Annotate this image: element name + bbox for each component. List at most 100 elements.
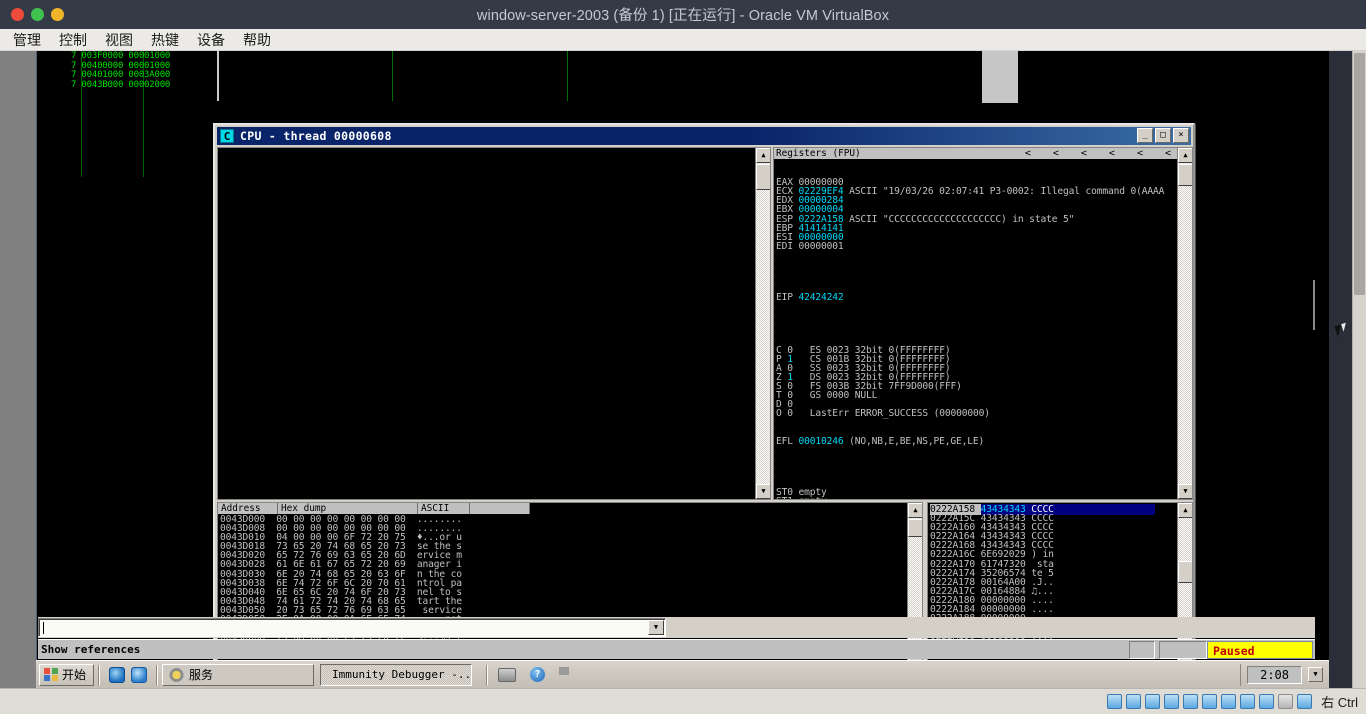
chevron-left-icon-1[interactable]: < (1025, 148, 1031, 159)
host-vertical-scrollbar[interactable] (1352, 51, 1366, 688)
hard-disk-icon[interactable] (1107, 694, 1123, 709)
disassembly-scroll-thumb[interactable] (756, 164, 770, 190)
command-bar[interactable]: ▼ (38, 617, 1315, 638)
minimize-window-button[interactable] (31, 8, 44, 21)
stack-scroll-up-icon[interactable]: ▲ (1178, 503, 1192, 518)
registers-general-purpose[interactable]: EAX 00000000 ECX 02229EF4 ASCII "19/03/26… (776, 178, 1176, 251)
registers-header: Registers (FPU) < < < < < < (774, 148, 1177, 159)
dump-scroll-thumb[interactable] (908, 519, 922, 537)
register-row-eip[interactable]: EIP 42424242 (776, 293, 1176, 303)
floppy-icon[interactable] (1145, 694, 1161, 709)
command-input-caret (43, 622, 44, 634)
cpu-close-button[interactable]: × (1173, 128, 1189, 143)
menu-item-hotkeys[interactable]: 热键 (142, 30, 188, 50)
registers-flags-block[interactable]: C 0 ES 0023 32bit 0(FFFFFFFF) P 1 CS 001B… (776, 345, 1176, 419)
usb-icon[interactable] (1183, 694, 1199, 709)
register-row[interactable]: EDI 00000001 (776, 242, 1176, 252)
cpu-window-titlebar[interactable]: C CPU - thread 00000608 _ □ × (217, 127, 1191, 145)
show-desktop-icon[interactable] (559, 666, 574, 683)
close-window-button[interactable] (11, 8, 24, 21)
flag-row[interactable]: O 0 LastErr ERROR_SUCCESS (00000000) (776, 409, 1176, 419)
virtualization-icon[interactable] (1259, 694, 1275, 709)
taskbar-clock: 2:08 (1260, 667, 1289, 682)
taskbar-separator-3 (486, 664, 489, 685)
mouse-cursor (1334, 324, 1345, 337)
grid-line-1 (392, 51, 393, 101)
dump-col-spare[interactable] (470, 503, 530, 514)
taskbar-extra-icons[interactable]: ? (492, 666, 574, 683)
keyboard-capture-icon[interactable] (1297, 694, 1313, 709)
optical-disk-icon[interactable] (1126, 694, 1142, 709)
command-input[interactable]: ▼ (38, 618, 666, 637)
outlook-express-icon[interactable] (131, 666, 148, 683)
clock-cell[interactable]: 2:08 (1247, 665, 1302, 684)
vbox-status-strip[interactable]: 右 Ctrl (0, 688, 1366, 714)
disassembly-scroll-up-icon[interactable]: ▲ (756, 148, 770, 163)
cpu-minimize-button[interactable]: _ (1137, 128, 1153, 143)
cpu-window-icon: C (220, 129, 234, 143)
chevron-left-icon-5[interactable]: < (1137, 148, 1143, 159)
help-icon[interactable]: ? (530, 667, 546, 682)
status-badge: Paused (1207, 641, 1313, 659)
windows-taskbar[interactable]: 开始 服务 Immunity Debugger -... ? 2:08 ▼ (36, 660, 1329, 688)
shared-folders-icon[interactable] (1202, 694, 1218, 709)
window-controls[interactable] (11, 8, 64, 21)
internet-explorer-icon[interactable] (109, 666, 126, 683)
registers-chevron-group[interactable]: < < < < < < (1025, 148, 1171, 159)
immunity-debugger-window: 7 003F0000 00001000 7 00400000 00001000 … (36, 51, 1318, 668)
dump-col-ascii[interactable]: ASCII (418, 503, 470, 514)
maximize-window-button[interactable] (51, 8, 64, 21)
command-dropdown-icon[interactable]: ▼ (648, 620, 664, 635)
display-icon[interactable] (1221, 694, 1237, 709)
disassembly-scroll-down-icon[interactable]: ▼ (756, 484, 770, 499)
vbox-menubar[interactable]: 管理 控制 视图 热键 设备 帮助 (0, 29, 1366, 51)
debugger-corner-panel2 (1018, 51, 1318, 103)
taskbar-item-services[interactable]: 服务 (162, 663, 315, 686)
registers-pane[interactable]: Registers (FPU) < < < < < < EAX 00000000… (773, 147, 1193, 500)
tray-expand-icon[interactable]: ▼ (1308, 667, 1323, 682)
start-button[interactable]: 开始 (39, 663, 95, 686)
cpu-maximize-button[interactable]: □ (1155, 128, 1171, 143)
memory-dump-column-headers[interactable]: Address Hex dump ASCII (218, 503, 907, 514)
start-button-label: 开始 (62, 668, 87, 682)
guest-screen[interactable]: 7 003F0000 00001000 7 00400000 00001000 … (0, 51, 1329, 688)
registers-scroll-down-icon[interactable]: ▼ (1178, 484, 1192, 499)
taskbar-item-immunity-debugger[interactable]: Immunity Debugger -... (320, 663, 473, 686)
chevron-left-icon-2[interactable]: < (1053, 148, 1059, 159)
network-connection-icon[interactable] (498, 667, 517, 682)
registers-scroll-thumb[interactable] (1178, 164, 1192, 186)
dump-col-hex[interactable]: Hex dump (278, 503, 418, 514)
chevron-left-icon-3[interactable]: < (1081, 148, 1087, 159)
register-row-efl[interactable]: EFL 00010246 (NO,NB,E,BE,NS,PE,GE,LE) (776, 436, 1176, 446)
cpu-window-buttons[interactable]: _ □ × (1137, 128, 1189, 143)
host-scroll-thumb[interactable] (1354, 53, 1365, 295)
host-key-label: 右 Ctrl (1321, 695, 1358, 710)
menu-item-help[interactable]: 帮助 (234, 30, 280, 50)
menu-item-control[interactable]: 控制 (50, 30, 96, 50)
taskbar-separator-1 (98, 664, 101, 685)
flag-row[interactable]: T 0 GS 0000 NULL (776, 391, 1176, 401)
quick-launch-bar[interactable] (104, 666, 152, 683)
dump-col-address[interactable]: Address (218, 503, 278, 514)
registers-scroll-up-icon[interactable]: ▲ (1178, 148, 1192, 163)
screenshot-root: window-server-2003 (备份 1) [正在运行] - Oracl… (0, 0, 1366, 714)
system-tray[interactable]: 2:08 ▼ (1240, 663, 1329, 686)
menu-item-manage[interactable]: 管理 (4, 30, 50, 50)
menu-item-devices[interactable]: 设备 (188, 30, 234, 50)
chevron-left-icon-6[interactable]: < (1165, 148, 1171, 159)
taskbar-item-services-label: 服务 (189, 668, 214, 682)
recording-icon[interactable] (1240, 694, 1256, 709)
registers-eip-row[interactable]: EIP 42424242 (776, 293, 1176, 303)
menu-item-view[interactable]: 视图 (96, 30, 142, 50)
network-icon[interactable] (1164, 694, 1180, 709)
registers-scrollbar[interactable]: ▲ ▼ (1177, 148, 1192, 499)
cpu-window[interactable]: C CPU - thread 00000608 _ □ × ▲ ▼ Regist… (213, 123, 1195, 668)
mouse-integration-icon[interactable] (1278, 694, 1294, 709)
registers-efl-row[interactable]: EFL 00010246 (NO,NB,E,BE,NS,PE,GE,LE) (776, 436, 1176, 446)
dump-scroll-up-icon[interactable]: ▲ (908, 503, 922, 518)
chevron-left-icon-4[interactable]: < (1109, 148, 1115, 159)
stack-scroll-thumb[interactable] (1178, 561, 1192, 583)
disassembly-scrollbar[interactable]: ▲ ▼ (755, 148, 770, 499)
debugger-left-fill (37, 177, 219, 661)
disassembly-pane[interactable]: ▲ ▼ (217, 147, 771, 500)
